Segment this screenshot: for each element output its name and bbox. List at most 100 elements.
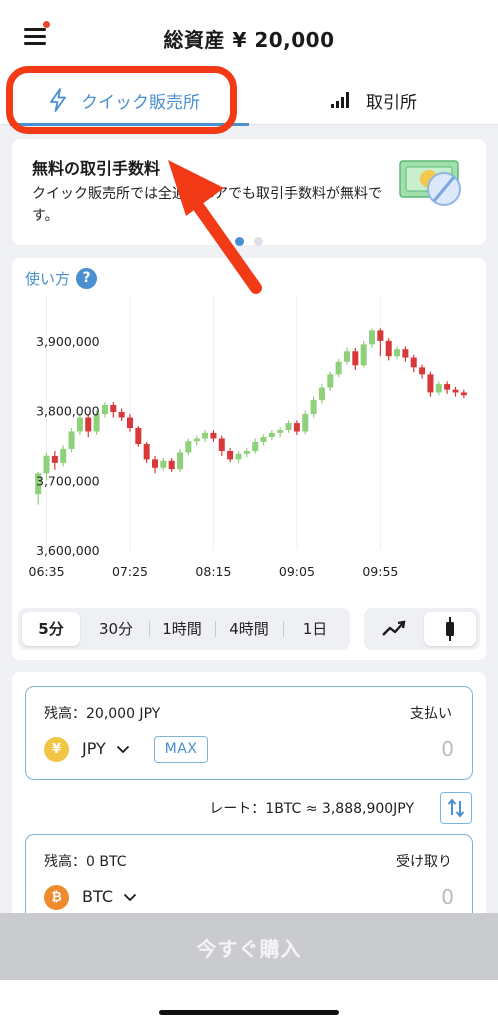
buy-now-button[interactable]: 今すぐ購入	[0, 913, 498, 980]
jpy-coin-icon: ¥	[44, 737, 69, 762]
receive-balance: 残高：0 BTC	[44, 854, 127, 870]
chart-type-selector	[364, 608, 480, 650]
candle-body	[419, 367, 426, 375]
candlestick-chart[interactable]: 3,900,000 3,800,000 3,700,000 3,600,000 06:3…	[12, 292, 486, 592]
candle-body	[252, 441, 259, 452]
pay-amount-input[interactable]	[334, 735, 454, 763]
app-header: 総資産 ¥ 20,000	[0, 0, 498, 75]
candle-body	[402, 349, 409, 358]
candle-body	[460, 392, 467, 396]
tab-exchange[interactable]: 取引所	[249, 75, 498, 125]
candle-body	[51, 455, 58, 463]
candle-body	[369, 330, 376, 345]
promo-title: 無料の取引手数料	[32, 159, 161, 178]
timeframe-4hour[interactable]: 4時間	[216, 612, 282, 646]
tab-quick-sales[interactable]: クイック販売所	[0, 75, 249, 126]
candle-body	[293, 423, 300, 432]
x-axis-tick-label: 09:55	[362, 564, 398, 579]
total-assets-title: 総資産 ¥ 20,000	[163, 28, 335, 52]
pay-box: 残高：20,000 JPY 支払い ¥ JPY MAX	[25, 686, 473, 780]
candle-body	[352, 351, 359, 366]
candle-body	[118, 411, 125, 418]
x-axis-tick-label: 09:05	[279, 564, 315, 579]
candle-body	[126, 417, 133, 428]
candlestick-icon[interactable]	[424, 612, 476, 646]
candle-body	[343, 351, 350, 362]
candle-body	[135, 428, 142, 445]
candle-body	[68, 431, 75, 449]
candle-body	[85, 417, 92, 432]
x-axis-tick-label: 08:15	[195, 564, 231, 579]
receive-currency-label: BTC	[82, 887, 113, 906]
lightning-icon	[49, 88, 67, 112]
max-button[interactable]: MAX	[154, 736, 208, 763]
home-indicator	[159, 1010, 339, 1015]
candle-body	[185, 441, 192, 453]
candle-body	[285, 423, 292, 431]
pay-role-label: 支払い	[410, 706, 452, 722]
receive-currency-select[interactable]: BTC	[82, 887, 137, 906]
buy-now-label: 今すぐ購入	[196, 937, 302, 961]
carousel-dot[interactable]	[254, 237, 263, 246]
candle-body	[43, 455, 50, 474]
chevron-down-icon	[116, 739, 130, 758]
candle-body	[243, 451, 250, 454]
timeframe-1hour[interactable]: 1時間	[150, 612, 214, 646]
candle-body	[335, 361, 342, 375]
candle-body	[160, 460, 167, 468]
candle-body	[277, 430, 284, 433]
y-axis-tick-label: 3,700,000	[36, 473, 100, 488]
candle-body	[302, 414, 309, 432]
candle-body	[394, 349, 401, 357]
btc-coin-icon: ₿	[44, 885, 69, 910]
home-indicator-area	[0, 980, 498, 1024]
y-axis-tick-label: 3,600,000	[36, 543, 100, 558]
candle-body	[202, 432, 209, 439]
pay-currency-label: JPY	[82, 739, 106, 758]
candle-body	[452, 389, 459, 393]
candle-body	[152, 459, 159, 468]
carousel-dot[interactable]	[235, 237, 244, 246]
receive-amount-input[interactable]	[334, 883, 454, 911]
timeframe-5min[interactable]: 5分	[22, 612, 80, 646]
signal-bars-icon	[330, 91, 352, 109]
candle-body	[60, 448, 67, 463]
promo-banner[interactable]: 無料の取引手数料 クイック販売所では全通貨ペアでも取引手数料が無料です。	[12, 139, 486, 246]
x-axis-tick-label: 07:25	[112, 564, 148, 579]
candle-body	[410, 357, 417, 368]
candle-body	[101, 404, 108, 415]
howto-label: 使い方	[25, 270, 71, 288]
candle-body	[360, 344, 367, 366]
candle-body	[210, 432, 217, 439]
timeframe-30min[interactable]: 30分	[84, 612, 148, 646]
chevron-down-icon	[123, 887, 137, 906]
timeframe-1day[interactable]: 1日	[284, 612, 346, 646]
candle-body	[427, 374, 434, 393]
carousel-dots[interactable]	[12, 231, 486, 250]
tab-quick-sales-label: クイック販売所	[81, 92, 200, 113]
swap-direction-icon[interactable]	[440, 792, 472, 824]
candle-body	[235, 453, 242, 460]
pay-balance: 残高：20,000 JPY	[44, 706, 161, 722]
line-chart-icon[interactable]	[368, 612, 420, 646]
help-icon: ?	[76, 268, 98, 289]
y-axis-tick-label: 3,900,000	[36, 334, 100, 349]
howto-link[interactable]: 使い方 ?	[25, 268, 98, 289]
candle-body	[385, 340, 392, 357]
price-chart-card: 使い方 ? 3,900,000 3,800,000 3,700,000 3,600,0…	[12, 258, 486, 660]
candle-body	[177, 452, 184, 470]
candle-body	[260, 437, 267, 442]
x-axis-tick-label: 06:35	[29, 564, 65, 579]
receive-role-label: 受け取り	[396, 854, 452, 870]
promo-text: クイック販売所では全通貨ペアでも取引手数料が無料です。	[32, 186, 382, 224]
y-axis-tick-label: 3,800,000	[36, 404, 100, 419]
timeframe-selector: 5分 30分 1時間 4時間 1日	[18, 608, 350, 650]
candle-body	[218, 438, 225, 452]
candle-body	[168, 460, 175, 470]
candle-body	[76, 417, 83, 432]
candle-body	[310, 400, 317, 415]
pay-currency-select[interactable]: JPY	[82, 739, 130, 758]
candle-body	[143, 444, 150, 460]
tab-exchange-label: 取引所	[366, 92, 417, 113]
candle-body	[318, 387, 325, 401]
